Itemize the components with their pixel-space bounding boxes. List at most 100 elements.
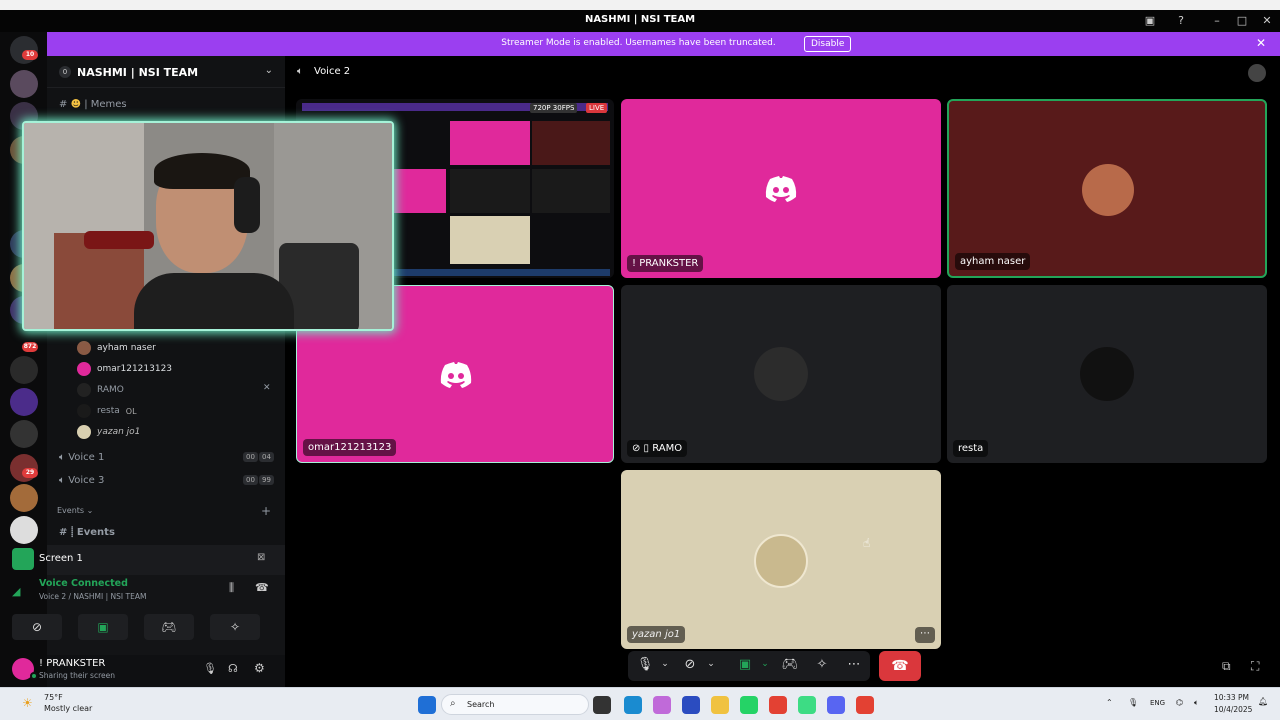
more-options-icon[interactable]: ⋯ bbox=[843, 657, 865, 672]
chevron-down-icon[interactable]: ⌄ bbox=[754, 659, 776, 669]
screen-share-panel: Screen 1 ⊠ bbox=[12, 545, 285, 575]
store-icon[interactable] bbox=[682, 696, 700, 714]
microphone-icon[interactable]: 🎙︎ bbox=[203, 662, 217, 675]
file-explorer-icon[interactable] bbox=[711, 696, 729, 714]
server-id-badge: 0 bbox=[59, 66, 71, 78]
stop-stream-icon[interactable]: ⊠ bbox=[257, 552, 265, 563]
chevron-down-icon[interactable]: ⌄ bbox=[265, 65, 273, 76]
chevron-down-icon[interactable]: ⌄ bbox=[700, 659, 722, 669]
help-icon[interactable]: ? bbox=[1170, 14, 1192, 27]
channel-events[interactable]: # ⸽ Events bbox=[59, 524, 115, 538]
language-indicator[interactable]: ENG bbox=[1150, 699, 1165, 707]
close-window-button[interactable]: ✕ bbox=[1256, 14, 1278, 27]
screen-share-icon[interactable]: ▣ bbox=[1139, 14, 1161, 27]
weather-icon[interactable]: ☀ bbox=[22, 696, 33, 710]
activities-button[interactable]: 🎮︎ bbox=[144, 614, 194, 640]
stream-thumb bbox=[450, 169, 530, 213]
channel-voice-3[interactable]: 🔈︎ Voice 3 00 99 bbox=[59, 475, 274, 486]
member-name: omar121213123 bbox=[97, 364, 173, 374]
server-icon[interactable] bbox=[10, 516, 38, 544]
microphone-icon[interactable]: 🎙︎ bbox=[1128, 698, 1138, 707]
add-channel-icon[interactable]: + bbox=[261, 504, 271, 518]
participant-tile[interactable]: ayham naser bbox=[947, 99, 1267, 278]
soundboard-button[interactable]: ✧ bbox=[210, 614, 260, 640]
whatsapp-icon[interactable] bbox=[740, 696, 758, 714]
gear-icon[interactable]: ⚙ bbox=[254, 661, 265, 675]
participant-tile[interactable]: ! PRANKSTER bbox=[621, 99, 941, 278]
camera-off-icon[interactable]: ⊘ bbox=[679, 657, 701, 672]
window-title: NASHMI | NSI TEAM bbox=[584, 14, 696, 25]
android-icon[interactable] bbox=[798, 696, 816, 714]
activities-icon[interactable]: 🎮︎ bbox=[779, 657, 801, 672]
mute-icon: ✕ bbox=[263, 383, 271, 393]
server-icon[interactable] bbox=[10, 484, 38, 512]
notification-bell-icon[interactable]: 🔔︎ bbox=[1258, 697, 1268, 706]
clock-time: 10:33 PM bbox=[1214, 693, 1249, 702]
notification-badge: 872 bbox=[22, 342, 38, 352]
banner-text: Streamer Mode is enabled. Usernames have… bbox=[501, 38, 776, 48]
participant-name: yazan jo1 bbox=[627, 626, 686, 643]
server-icon[interactable] bbox=[10, 388, 38, 416]
fullscreen-icon[interactable]: ⛶ bbox=[1251, 659, 1259, 674]
chevron-up-icon[interactable]: ⌃ bbox=[1106, 698, 1113, 707]
screen-app-icon bbox=[12, 548, 34, 570]
avatar bbox=[77, 404, 91, 418]
server-icon[interactable] bbox=[10, 70, 38, 98]
microphone-icon[interactable]: 🎙︎ bbox=[634, 657, 656, 672]
minimize-button[interactable]: – bbox=[1206, 14, 1228, 27]
share-screen-button[interactable]: ▣ bbox=[78, 614, 128, 640]
stream-thumb bbox=[450, 216, 530, 264]
channel-voice-1[interactable]: 🔈︎ Voice 1 00 04 bbox=[59, 452, 274, 463]
disable-streamer-mode-button[interactable]: Disable bbox=[804, 36, 852, 52]
close-icon[interactable]: ✕ bbox=[1256, 36, 1266, 50]
headphones-icon[interactable]: ☊ bbox=[228, 662, 238, 675]
edge-icon[interactable] bbox=[624, 696, 642, 714]
chevron-down-icon[interactable]: ⌄ bbox=[654, 659, 676, 669]
chrome-icon[interactable] bbox=[856, 696, 874, 714]
invite-people-icon[interactable] bbox=[1248, 64, 1266, 82]
user-name: ! PRANKSTER bbox=[39, 658, 106, 669]
stage-header: 🔈︎ Voice 2 bbox=[285, 56, 1280, 90]
server-icon[interactable] bbox=[10, 356, 38, 384]
user-limit: 99 bbox=[259, 475, 274, 485]
more-options-icon[interactable]: ⋯ bbox=[915, 627, 935, 643]
search-icon: ⌕ bbox=[450, 698, 456, 709]
taskbar-search[interactable]: ⌕ Search bbox=[441, 694, 589, 715]
camera-off-button[interactable]: ⊘ bbox=[12, 614, 62, 640]
user-limit: 04 bbox=[259, 452, 274, 462]
noise-suppression-icon[interactable]: ⫼ bbox=[229, 581, 234, 595]
participant-tile[interactable]: ⊘ ▯ RAMO bbox=[621, 285, 941, 463]
list-item[interactable]: ayham naser bbox=[77, 341, 156, 355]
list-item[interactable]: yazan jo1 bbox=[77, 425, 140, 439]
cursor-hand-icon: ☝ bbox=[863, 536, 871, 550]
disconnect-icon[interactable]: ☎ bbox=[255, 581, 269, 594]
task-view-icon[interactable] bbox=[593, 696, 611, 714]
window-top-edge bbox=[0, 0, 1280, 10]
soundboard-icon[interactable]: ✧ bbox=[811, 657, 833, 672]
leave-call-button[interactable]: ☎ bbox=[879, 651, 921, 681]
server-name: NASHMI | NSI TEAM bbox=[77, 66, 199, 79]
pop-out-icon[interactable]: ⧉ bbox=[1222, 659, 1231, 674]
voice-location[interactable]: Voice 2 / NASHMI | NSI TEAM bbox=[39, 592, 146, 601]
list-item[interactable]: omar121213123 bbox=[77, 362, 172, 376]
participant-tile[interactable]: yazan jo1 ⋯ ☝ bbox=[621, 470, 941, 649]
volume-icon[interactable]: 🔈︎ bbox=[1194, 698, 1199, 708]
participant-tile[interactable]: resta bbox=[947, 285, 1267, 463]
server-icon[interactable] bbox=[10, 420, 38, 448]
participant-name: RAMO bbox=[652, 443, 683, 454]
network-icon[interactable]: ⌬ bbox=[1176, 698, 1183, 707]
share-screen-icon[interactable]: ▣ bbox=[734, 657, 756, 672]
category-events[interactable]: Events ⌄ bbox=[57, 506, 93, 515]
copilot-icon[interactable] bbox=[653, 696, 671, 714]
avatar bbox=[77, 425, 91, 439]
list-item[interactable]: RAMO bbox=[77, 383, 124, 397]
windows-start-icon[interactable] bbox=[418, 696, 436, 714]
discord-icon[interactable] bbox=[827, 696, 845, 714]
list-item[interactable]: resta OL bbox=[77, 404, 137, 418]
chrome-icon[interactable] bbox=[769, 696, 787, 714]
speaker-icon: 🔈︎ bbox=[59, 475, 69, 486]
server-header[interactable]: 0 NASHMI | NSI TEAM ⌄ bbox=[47, 56, 285, 88]
avatar bbox=[77, 362, 91, 376]
channel-memes[interactable]: # ☻ | Memes bbox=[59, 99, 127, 110]
maximize-button[interactable]: □ bbox=[1231, 14, 1253, 27]
